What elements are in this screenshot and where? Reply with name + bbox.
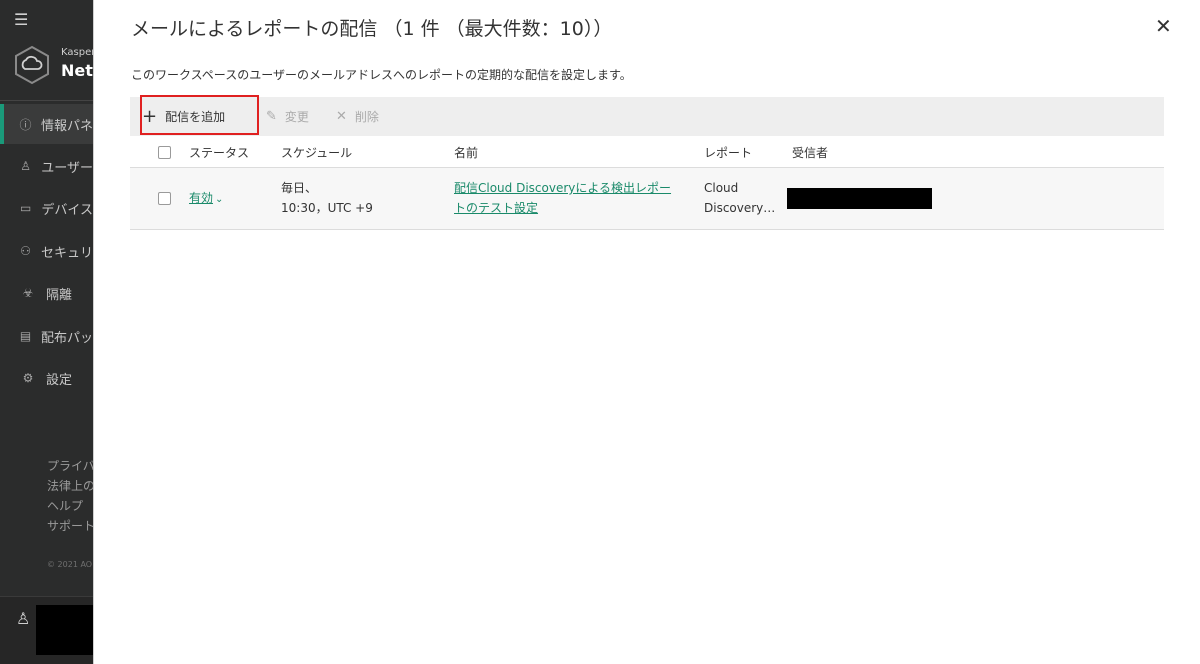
copyright-text: © 2021 AO [47, 560, 93, 569]
report-delivery-panel: メールによるレポートの配信 （1 件 （最大件数：10）） ✕ このワークスペー… [93, 0, 1200, 664]
sidebar-item-label: 情報パネ [40, 118, 93, 134]
info-icon: ⓘ [19, 117, 32, 132]
sidebar-item-users[interactable]: ♙ ユーザー [0, 146, 93, 186]
help-link[interactable]: ヘルプ [47, 496, 93, 516]
page-title: メールによるレポートの配信 （1 件 （最大件数：10）） [131, 18, 613, 40]
quarantine-icon: ☣ [22, 286, 34, 300]
report-line-1: Cloud [704, 181, 739, 195]
sidebar-item-label: セキュリ [40, 245, 93, 261]
user-icon: ♙ [20, 159, 31, 173]
security-icon: ⚇ [20, 244, 31, 258]
highlight-box [140, 95, 259, 135]
brand-small: Kasper [61, 47, 93, 58]
row-checkbox[interactable] [158, 192, 171, 205]
column-header-name[interactable]: 名前 [454, 144, 478, 161]
delete-label: 削除 [354, 110, 379, 124]
column-header-schedule[interactable]: スケジュール [281, 144, 352, 161]
user-account-area[interactable]: ♙ [0, 596, 93, 664]
redacted-recipients [787, 188, 932, 209]
name-line-1: 配信Cloud Discoveryによる検出レポー [454, 181, 672, 195]
sidebar-item-label: 配布パッ [40, 330, 93, 346]
pencil-icon: ✎ [266, 109, 277, 124]
sidebar-item-settings[interactable]: ⚙ 設定 [0, 358, 93, 398]
sidebar-item-label: 設定 [46, 372, 73, 388]
privacy-link[interactable]: プライバ [47, 456, 93, 476]
sidebar: ☰ Kasper Netw ⓘ 情報パネ ♙ ユーザー ▭ デバイス ⚇ セキュ… [0, 0, 93, 664]
sidebar-item-label: デバイス [41, 202, 93, 218]
report-cell: Cloud Discovery… [704, 178, 775, 218]
sidebar-item-quarantine[interactable]: ☣ 隔離 [0, 273, 93, 313]
delivery-name-link[interactable]: 配信Cloud Discoveryによる検出レポー トのテスト設定 [454, 178, 671, 218]
page-description: このワークスペースのユーザーのメールアドレスへのレポートの定期的な配信を設定しま… [131, 68, 632, 82]
table-row[interactable]: 有効 ⌄ 毎日、 10:30，UTC +9 配信Cloud Discoveryによ… [130, 168, 1164, 230]
sidebar-item-packages[interactable]: ▤ 配布パッ [0, 316, 93, 356]
sidebar-item-devices[interactable]: ▭ デバイス [0, 188, 93, 228]
redacted-username [36, 605, 93, 655]
package-icon: ▤ [19, 329, 32, 343]
report-line-2: Discovery… [704, 201, 776, 215]
schedule-line-1: 毎日、 [281, 181, 318, 195]
chevron-down-icon: ⌄ [215, 194, 224, 205]
name-line-2: トのテスト設定 [454, 201, 539, 215]
close-icon[interactable]: ✕ [1155, 14, 1172, 38]
edit-button[interactable]: ✎ 変更 [266, 97, 309, 136]
sidebar-item-security[interactable]: ⚇ セキュリ [0, 231, 93, 271]
sidebar-item-label: 隔離 [46, 287, 73, 303]
kaspersky-logo-icon [15, 45, 49, 85]
toolbar: + 配信を追加 ✎ 変更 ✕ 削除 [130, 95, 1164, 136]
delete-button[interactable]: ✕ 削除 [336, 97, 379, 136]
brand-large: Netw [61, 61, 93, 80]
column-header-recipients[interactable]: 受信者 [792, 144, 828, 161]
sidebar-footer-links: プライバ 法律上の ヘルプ サポート [47, 456, 93, 536]
table-header: ステータス スケジュール 名前 レポート 受信者 [130, 136, 1164, 168]
status-dropdown[interactable]: 有効 ⌄ [189, 188, 223, 210]
sidebar-item-info-panel[interactable]: ⓘ 情報パネ [0, 104, 93, 144]
gear-icon: ⚙ [22, 371, 34, 385]
delete-x-icon: ✕ [336, 109, 347, 124]
device-icon: ▭ [20, 201, 32, 215]
schedule-line-2: 10:30，UTC +9 [281, 201, 373, 215]
support-link[interactable]: サポート [47, 516, 93, 536]
status-value: 有効 [189, 191, 214, 205]
sidebar-item-label: ユーザー [41, 160, 93, 176]
user-icon: ♙ [16, 609, 31, 628]
legal-link[interactable]: 法律上の [47, 476, 93, 496]
edit-label: 変更 [284, 110, 309, 124]
select-all-checkbox[interactable] [158, 146, 171, 159]
schedule-cell: 毎日、 10:30，UTC +9 [281, 178, 373, 218]
column-header-status[interactable]: ステータス [189, 144, 249, 161]
sidebar-divider [0, 100, 93, 101]
hamburger-menu-icon[interactable]: ☰ [14, 10, 28, 29]
column-header-report[interactable]: レポート [704, 144, 752, 161]
